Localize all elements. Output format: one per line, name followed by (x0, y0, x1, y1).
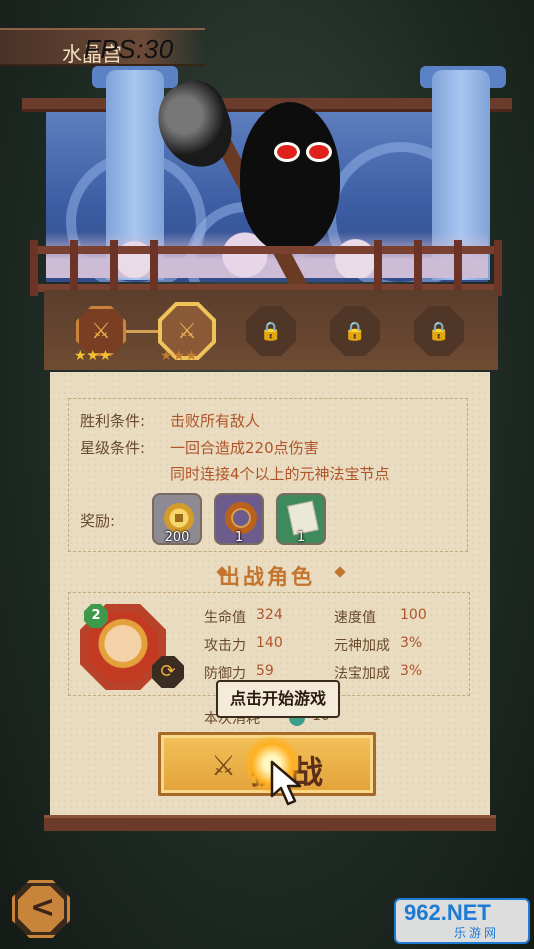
treasure-bonus-value: 3% (400, 663, 423, 679)
watermark-logo: 962.NET (404, 900, 491, 925)
reward-item-ring[interactable]: 1 (214, 493, 264, 545)
reward-item-scroll[interactable]: 1 (276, 493, 326, 545)
attack-label: 攻击力 (204, 638, 246, 654)
speed-label: 速度值 (334, 610, 376, 626)
reward-count: 1 (296, 530, 306, 545)
lock-icon: 🔒 (259, 320, 283, 342)
progress-connector (122, 330, 164, 333)
crossed-swords-icon: ⚔ (177, 318, 197, 344)
crossed-swords-icon: ⚔ (211, 749, 237, 782)
reward-label: 奖励: (80, 512, 116, 530)
lock-icon: 🔒 (427, 320, 451, 342)
reward-item-coin[interactable]: 200 (152, 493, 202, 545)
panel-bottom-frame (44, 815, 496, 831)
back-arrow-icon: < (30, 890, 56, 925)
stage-node-5[interactable]: 🔒 (414, 306, 464, 356)
speed-value: 100 (400, 607, 427, 623)
watermark-subtitle: 乐游网 (454, 926, 500, 940)
hp-value: 324 (256, 607, 283, 623)
coin-icon (164, 503, 194, 533)
reward-count: 200 (164, 530, 190, 545)
spirit-bonus-label: 元神加成 (334, 638, 390, 654)
star-condition-value-1: 一回合造成220点伤害 (170, 439, 319, 457)
victory-condition-value: 击败所有敌人 (170, 412, 261, 430)
banner-railing (30, 240, 502, 296)
reward-count: 1 (234, 530, 244, 545)
fps-counter: FPS:30 (84, 34, 174, 64)
defense-value: 59 (256, 663, 274, 679)
victory-condition-label: 胜利条件: (80, 412, 146, 430)
crossed-swords-icon: ⚔ (91, 318, 111, 344)
stage-node-3[interactable]: 🔒 (246, 306, 296, 356)
attack-value: 140 (256, 635, 283, 651)
treasure-bonus-label: 法宝加成 (334, 666, 390, 682)
lock-icon: 🔒 (343, 320, 367, 342)
hp-label: 生命值 (204, 610, 246, 626)
stage-node-2-stars: ★★★ (160, 348, 198, 364)
stage-node-4[interactable]: 🔒 (330, 306, 380, 356)
site-watermark: 962.NET 乐游网 (394, 898, 530, 944)
start-game-tooltip: 点击开始游戏 (216, 680, 340, 718)
stage-node-1-stars: ★★★ (74, 348, 112, 364)
swap-icon: ⟳ (160, 661, 176, 682)
spirit-bonus-value: 3% (400, 635, 423, 651)
pointer-cursor-icon (270, 760, 302, 806)
star-condition-label: 星级条件: (80, 439, 146, 457)
star-condition-value-2: 同时连接4个以上的元神法宝节点 (170, 465, 390, 483)
hero-section-title: 出战角色 (219, 565, 315, 589)
